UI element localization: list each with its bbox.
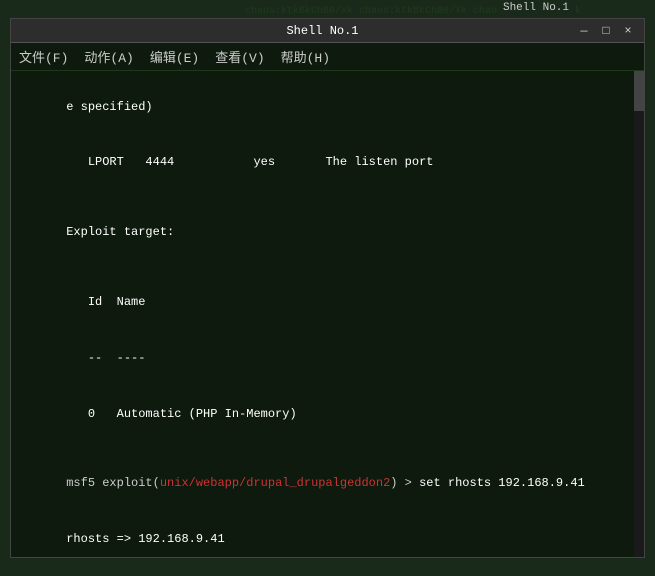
- blank-1: [23, 191, 632, 205]
- title-bar: Shell No.1 — □ ×: [11, 19, 644, 43]
- term-line-rhosts-output: rhosts => 192.168.9.41: [23, 511, 632, 557]
- scrollbar[interactable]: [634, 71, 644, 557]
- title-buttons: — □ ×: [576, 25, 636, 37]
- menu-edit[interactable]: 编辑(E): [150, 47, 199, 66]
- window-title: Shell No.1: [69, 24, 576, 38]
- menu-help[interactable]: 帮助(H): [281, 47, 330, 66]
- menu-bar: 文件(F) 动作(A) 编辑(E) 查看(V) 帮助(H): [11, 43, 644, 71]
- terminal-window: Shell No.1 — □ × 文件(F) 动作(A) 编辑(E) 查看(V)…: [10, 18, 645, 558]
- term-line-separator: -- ----: [23, 330, 632, 386]
- scrollbar-thumb[interactable]: [634, 71, 644, 111]
- term-line-id-name: Id Name: [23, 274, 632, 330]
- term-line-automatic: 0 Automatic (PHP In-Memory): [23, 386, 632, 442]
- menu-action[interactable]: 动作(A): [84, 47, 133, 66]
- blank-3: [23, 442, 632, 456]
- term-line-exploit-target: Exploit target:: [23, 205, 632, 261]
- terminal-content[interactable]: e specified) LPORT 4444 yes The listen p…: [11, 71, 644, 557]
- minimize-button[interactable]: —: [576, 25, 592, 37]
- term-line-set-rhosts: msf5 exploit(unix/webapp/drupal_drupalge…: [23, 456, 632, 512]
- maximize-button[interactable]: □: [598, 25, 614, 37]
- blank-2: [23, 260, 632, 274]
- tab-label: Shell No.1: [497, 0, 575, 16]
- menu-view[interactable]: 查看(V): [215, 47, 264, 66]
- term-line-lport: LPORT 4444 yes The listen port: [23, 135, 632, 191]
- term-line-especified: e specified): [23, 79, 632, 135]
- menu-file[interactable]: 文件(F): [19, 47, 68, 66]
- close-button[interactable]: ×: [620, 25, 636, 37]
